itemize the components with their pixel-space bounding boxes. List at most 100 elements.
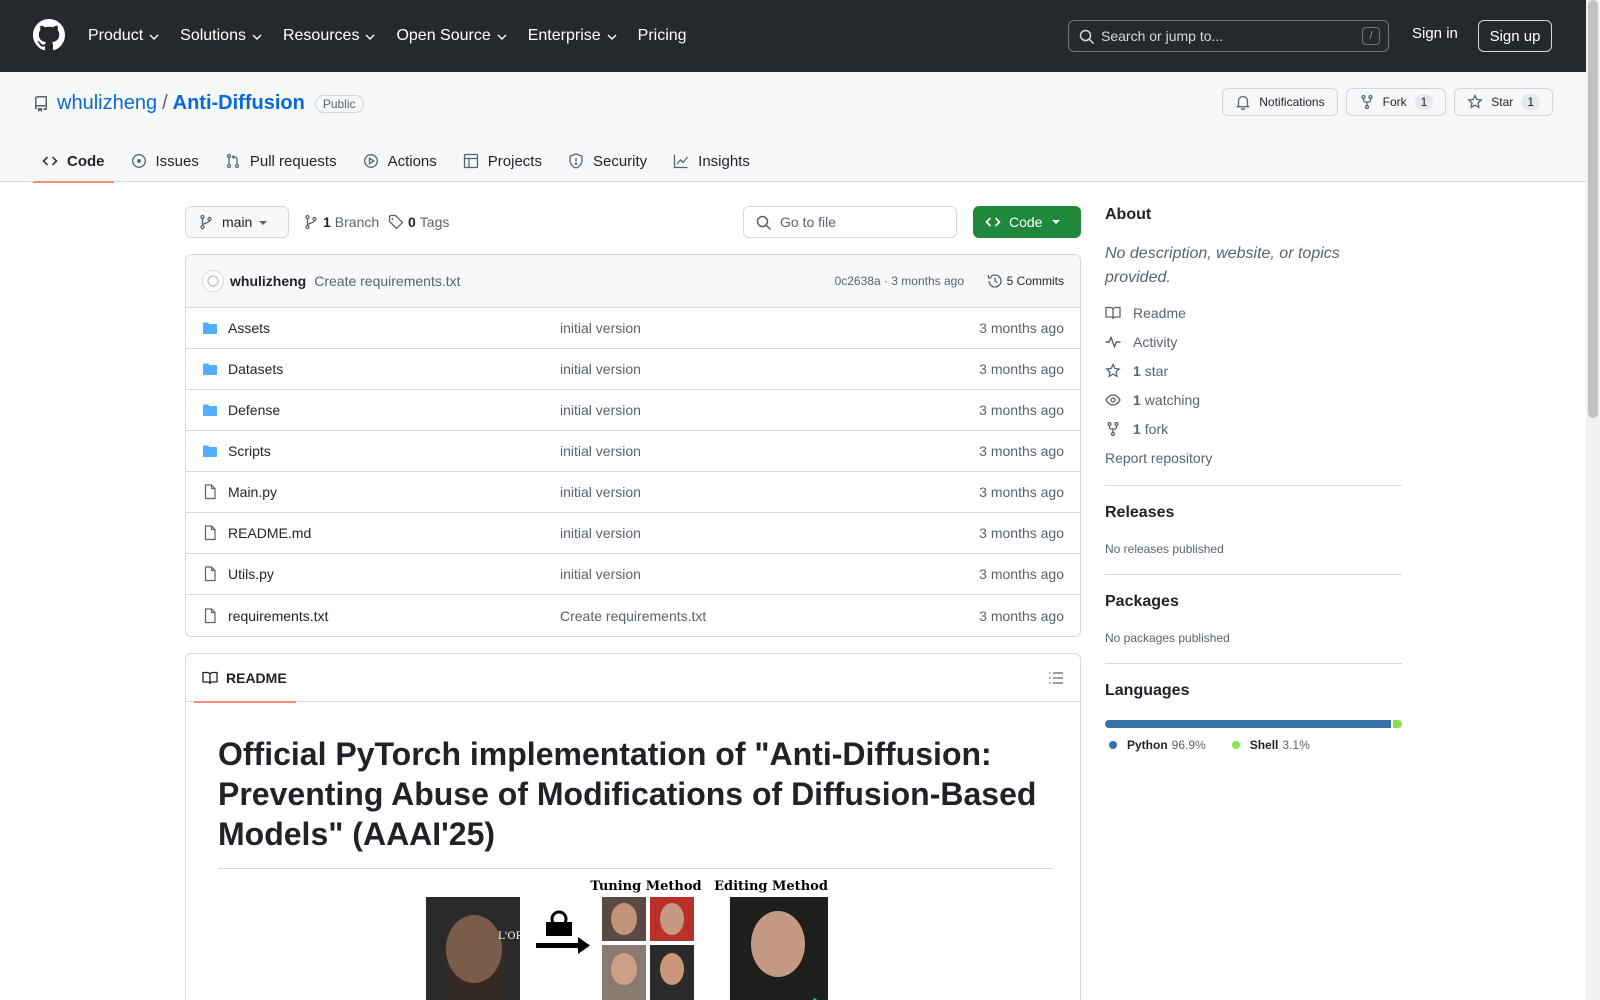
repo-name-link[interactable]: Anti-Diffusion	[173, 92, 305, 115]
tab-actions[interactable]: Actions	[354, 140, 446, 182]
commit-sha-time[interactable]: 0c2638a · 3 months ago	[835, 274, 964, 288]
commit-message-link[interactable]: Create requirements.txt	[314, 273, 460, 289]
file-name-link[interactable]: requirements.txt	[228, 608, 328, 624]
star-button[interactable]: Star 1	[1454, 88, 1553, 116]
table-row[interactable]: Defense initial version 3 months ago	[186, 390, 1080, 431]
tab-label: Insights	[698, 152, 750, 170]
play-icon	[363, 153, 388, 169]
tab-insights[interactable]: Insights	[664, 140, 759, 182]
file-commit-message[interactable]: initial version	[560, 525, 641, 541]
file-commit-message[interactable]: Create requirements.txt	[560, 608, 706, 624]
caret-down-icon	[1052, 220, 1060, 224]
table-row[interactable]: requirements.txt Create requirements.txt 3…	[186, 595, 1080, 636]
global-nav: Product Solutions Resources Open Source Ente…	[88, 0, 707, 72]
scrollbar-thumb[interactable]	[1588, 0, 1598, 418]
file-name-link[interactable]: Scripts	[228, 443, 271, 459]
file-commit-message[interactable]: initial version	[560, 443, 641, 459]
page-scrollbar[interactable]	[1586, 0, 1600, 1000]
notifications-button[interactable]: Notifications	[1222, 88, 1338, 116]
nav-product[interactable]: Product	[88, 27, 160, 45]
about-link-fork[interactable]: 1 fork	[1105, 420, 1402, 438]
nav-solutions[interactable]: Solutions	[180, 27, 263, 45]
about-link-star[interactable]: 1 star	[1105, 362, 1402, 380]
code-dropdown-button[interactable]: Code	[973, 206, 1081, 238]
file-name-link[interactable]: Utils.py	[228, 566, 274, 582]
search-input[interactable]: Search or jump to... /	[1068, 20, 1389, 52]
notifications-label: Notifications	[1259, 95, 1325, 109]
language-item[interactable]: Python 96.9%	[1109, 738, 1206, 752]
avatar[interactable]	[202, 270, 224, 292]
tab-security[interactable]: Security	[559, 140, 656, 182]
code-icon	[985, 217, 1001, 227]
file-name-link[interactable]: Main.py	[228, 484, 277, 500]
readme-tab[interactable]: README	[194, 654, 296, 703]
file-name-link[interactable]: Datasets	[228, 361, 283, 377]
fork-count: 1	[1414, 94, 1434, 110]
nav-pricing[interactable]: Pricing	[638, 27, 687, 45]
branch-count: 1	[323, 214, 331, 230]
repo-header: whulizheng / Anti-Diffusion Public Notif…	[0, 72, 1586, 183]
commit-author-link[interactable]: whulizheng	[230, 273, 306, 289]
svg-text:L'ORÉ: L'ORÉ	[498, 930, 530, 942]
table-row[interactable]: README.md initial version 3 months ago	[186, 513, 1080, 554]
releases-heading[interactable]: Releases	[1105, 504, 1402, 522]
nav-enterprise[interactable]: Enterprise	[528, 27, 618, 45]
eye-icon	[1105, 392, 1133, 408]
about-link-Readme[interactable]: Readme	[1105, 304, 1402, 322]
github-logo-icon[interactable]	[33, 19, 65, 51]
repo-owner-link[interactable]: whulizheng	[57, 92, 157, 115]
latest-commit-row: whulizheng Create requirements.txt 0c263…	[186, 255, 1080, 308]
file-list: Assets initial version 3 months ago Dataset…	[186, 308, 1080, 636]
file-commit-date: 3 months ago	[979, 361, 1064, 377]
about-link-Activity[interactable]: Activity	[1105, 333, 1402, 351]
table-row[interactable]: Scripts initial version 3 months ago	[186, 431, 1080, 472]
bell-icon	[1236, 95, 1251, 110]
nav-label: Pricing	[637, 27, 687, 44]
fork-label: Fork	[1382, 95, 1407, 109]
file-commit-message[interactable]: initial version	[560, 566, 641, 582]
table-row[interactable]: Assets initial version 3 months ago	[186, 308, 1080, 349]
star-icon	[1105, 363, 1133, 379]
sign-in-link[interactable]: Sign in	[1412, 25, 1458, 42]
branches-link[interactable]: 1 Branch	[303, 214, 379, 230]
fork-icon	[1360, 94, 1373, 110]
packages-heading[interactable]: Packages	[1105, 593, 1402, 611]
file-commit-message[interactable]: initial version	[560, 402, 641, 418]
outline-list-icon[interactable]	[1048, 670, 1064, 686]
readme-tab-label: README	[226, 669, 287, 686]
report-repository-link[interactable]: Report repository	[1105, 449, 1402, 467]
about-link-watching[interactable]: 1 watching	[1105, 391, 1402, 409]
file-name-link[interactable]: README.md	[228, 525, 311, 541]
go-to-file-placeholder: Go to file	[780, 214, 837, 230]
commits-history-link[interactable]: 5 Commits	[987, 273, 1064, 289]
table-row[interactable]: Datasets initial version 3 months ago	[186, 349, 1080, 390]
file-commit-message[interactable]: initial version	[560, 361, 641, 377]
language-color-dot	[1231, 741, 1240, 749]
folder-icon	[202, 320, 228, 336]
file-commit-message[interactable]: initial version	[560, 484, 641, 500]
tags-link[interactable]: 0 Tags	[388, 214, 449, 230]
arrow-right-icon	[536, 937, 590, 954]
tab-projects[interactable]: Projects	[454, 140, 551, 182]
go-to-file-input[interactable]: Go to file	[743, 206, 957, 238]
language-bar-segment	[1392, 720, 1402, 728]
nav-resources[interactable]: Resources	[283, 27, 376, 45]
nav-open-source[interactable]: Open Source	[396, 27, 507, 45]
branch-select-button[interactable]: main	[185, 206, 289, 238]
table-row[interactable]: Utils.py initial version 3 months ago	[186, 554, 1080, 595]
language-item[interactable]: Shell 3.1%	[1231, 738, 1310, 752]
folder-icon	[202, 443, 228, 459]
tab-issues[interactable]: Issues	[122, 140, 208, 182]
caret-down-icon	[259, 221, 267, 225]
file-name-link[interactable]: Defense	[228, 402, 280, 418]
table-row[interactable]: Main.py initial version 3 months ago	[186, 472, 1080, 513]
file-commit-message[interactable]: initial version	[560, 320, 641, 336]
tab-code[interactable]: Code	[33, 140, 114, 183]
file-name-link[interactable]: Assets	[228, 320, 270, 336]
language-percent: 96.9%	[1171, 738, 1206, 752]
sign-up-button[interactable]: Sign up	[1478, 20, 1552, 52]
tab-label: Issues	[155, 152, 199, 170]
tab-pull-requests[interactable]: Pull requests	[216, 140, 346, 182]
about-link-count: 1	[1133, 392, 1141, 408]
fork-button[interactable]: Fork 1	[1345, 88, 1447, 116]
